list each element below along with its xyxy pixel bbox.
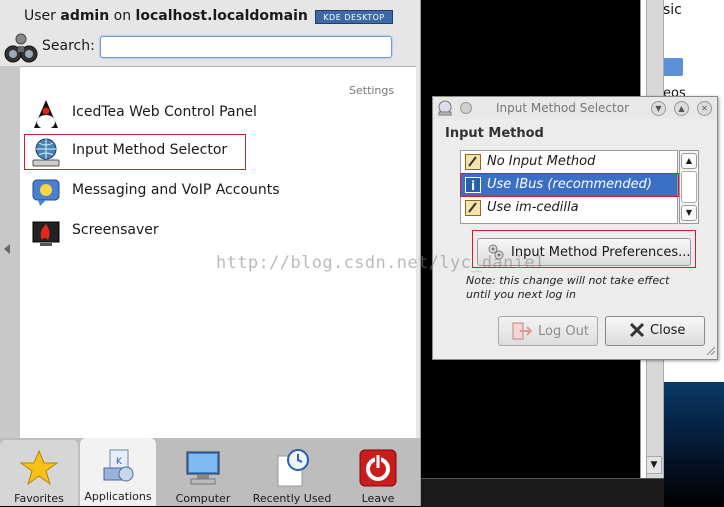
dialog-heading: Input Method — [445, 126, 544, 141]
dialog-title: Input Method Selector — [496, 101, 630, 115]
pencil-icon — [465, 154, 481, 170]
folder-icon — [663, 58, 683, 76]
scrollbar-thumb[interactable] — [681, 171, 697, 203]
tab-computer[interactable]: Computer — [162, 440, 244, 506]
user-prefix: User — [24, 8, 61, 24]
menu-item-screensaver[interactable]: Screensaver — [24, 216, 404, 252]
kde-desktop-badge: KDE DESKTOP — [315, 10, 393, 24]
chat-bubble-icon — [32, 179, 60, 206]
watermark: http://blog.csdn.net/lyc_daniel — [216, 253, 546, 273]
host-name: localhost.localdomain — [135, 8, 308, 24]
pencil-icon — [465, 200, 481, 216]
pin-button[interactable] — [460, 102, 472, 114]
back-arrow-icon[interactable] — [4, 244, 10, 254]
computer-monitor-icon — [186, 451, 220, 485]
annotation-highlight — [24, 134, 246, 170]
logout-icon — [512, 322, 532, 340]
section-label: Settings — [349, 84, 395, 97]
log-out-label: Log Out — [538, 324, 589, 339]
tab-applications[interactable]: K Applications — [80, 438, 156, 506]
clock-icon — [277, 449, 309, 487]
screensaver-icon — [32, 221, 60, 246]
user-mid: on — [109, 8, 136, 24]
user-host-line: User admin on localhost.localdomain — [24, 8, 308, 24]
user-name: admin — [60, 8, 110, 24]
tab-label: Favorites — [14, 492, 64, 505]
restart-note: Note: this change will not take effect u… — [466, 274, 670, 301]
chevron-down-icon[interactable]: ▼ — [646, 456, 662, 474]
menu-item-label: IcedTea Web Control Panel — [72, 104, 257, 120]
resize-grip-icon[interactable] — [706, 346, 716, 356]
menu-item-messaging-voip[interactable]: Messaging and VoIP Accounts — [24, 176, 404, 212]
java-duke-icon — [34, 100, 58, 129]
menu-item-label: Screensaver — [72, 222, 159, 238]
tab-leave[interactable]: Leave — [340, 440, 416, 506]
chevron-down-icon[interactable]: ▼ — [681, 205, 697, 221]
menu-item-icedtea[interactable]: IcedTea Web Control Panel — [24, 98, 404, 134]
close-icon — [629, 322, 645, 338]
chevron-up-icon[interactable]: ▲ — [681, 153, 697, 169]
list-item[interactable]: No Input Method — [461, 151, 677, 173]
background-image — [664, 382, 724, 506]
tab-label: Recently Used — [252, 492, 332, 505]
close-label: Close — [650, 323, 686, 338]
tab-favorites[interactable]: Favorites — [0, 440, 78, 506]
star-icon — [19, 449, 59, 486]
annotation-highlight — [460, 173, 679, 197]
tab-recently-used[interactable]: Recently Used — [248, 440, 336, 506]
binoculars-icon — [4, 33, 38, 63]
background-window-text: sic — [663, 2, 682, 18]
search-input[interactable] — [100, 36, 392, 58]
menu-item-label: Messaging and VoIP Accounts — [72, 182, 280, 198]
list-item-label: No Input Method — [487, 154, 596, 169]
tab-label: Applications — [84, 490, 152, 503]
minimize-button[interactable]: ▼ — [651, 101, 666, 116]
applications-icon: K — [103, 449, 134, 482]
power-icon — [359, 449, 397, 487]
tab-label: Computer — [175, 492, 231, 505]
taskbar-strip — [420, 478, 664, 507]
list-item[interactable]: Use im-cedilla — [461, 197, 677, 219]
close-window-button[interactable]: ✕ — [697, 101, 712, 116]
tab-label: Leave — [361, 492, 395, 505]
list-item-label: Use im-cedilla — [487, 200, 579, 215]
search-label: Search: — [42, 38, 95, 54]
maximize-button[interactable]: ▲ — [674, 101, 689, 116]
window-menu-icon[interactable] — [437, 100, 453, 116]
